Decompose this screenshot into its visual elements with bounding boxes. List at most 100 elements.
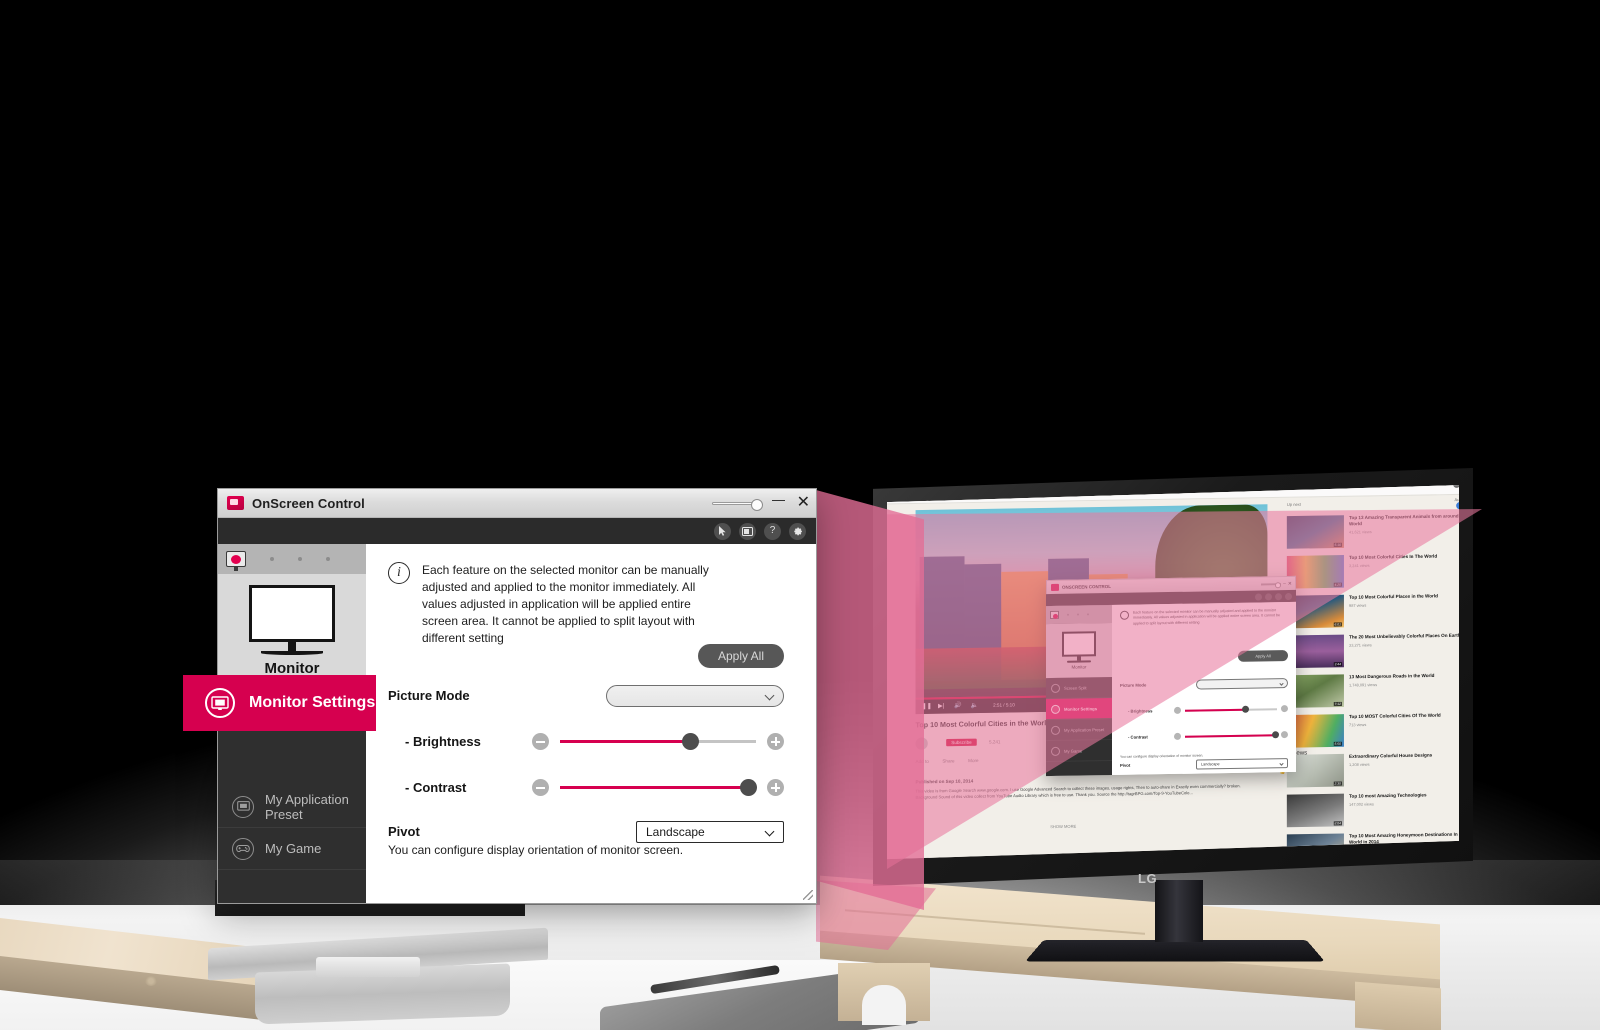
close-button[interactable]: ✕ bbox=[1288, 580, 1292, 586]
sidebar-item-label: My Application Preset bbox=[1064, 726, 1105, 733]
window-sidebar: Monitor Screen Split My Application Pres… bbox=[183, 544, 376, 903]
display-icon[interactable] bbox=[1265, 592, 1272, 600]
riser-leg-left bbox=[838, 963, 930, 1025]
sidebar-item-screen-split[interactable]: Screen Split bbox=[1046, 676, 1112, 700]
help-icon[interactable]: ? bbox=[764, 522, 781, 540]
pivot-select[interactable]: Landscape bbox=[1196, 757, 1288, 770]
contrast-knob[interactable] bbox=[1272, 730, 1280, 738]
contrast-track[interactable] bbox=[560, 779, 758, 796]
sidebar-item-label: My Game bbox=[265, 841, 322, 856]
screenshot-stage: colorful.city ❚❚ ▶| bbox=[0, 0, 1600, 1030]
video-timestamp: 2:51 / 5:10 bbox=[993, 702, 1015, 708]
brightness-decrease-button[interactable] bbox=[1174, 706, 1181, 714]
autoplay-toggle[interactable] bbox=[1456, 501, 1459, 510]
minimize-button[interactable]: – bbox=[1283, 581, 1286, 587]
brightness-increase-button[interactable] bbox=[767, 733, 784, 750]
brightness-track[interactable] bbox=[1185, 705, 1277, 713]
laptop-hinge bbox=[316, 957, 420, 977]
embedded-onscreen-control-window[interactable]: ONSCREEN CONTROL – ✕ Monitor Screen Spli… bbox=[1046, 575, 1296, 777]
list-item[interactable]: 4:20 Top 10 Most Colorful Cities In The … bbox=[1286, 553, 1459, 589]
monitor-neck bbox=[288, 642, 296, 651]
list-item[interactable]: 2:35 Extraordinary Colorful House Design… bbox=[1286, 752, 1459, 788]
monitor-slot-dot[interactable] bbox=[1087, 613, 1089, 616]
contrast-knob[interactable] bbox=[740, 779, 758, 796]
show-more-button[interactable]: SHOW MORE bbox=[1050, 824, 1076, 830]
settings-gear-icon[interactable] bbox=[789, 522, 806, 540]
minimize-button[interactable] bbox=[771, 499, 785, 502]
duration-badge: 6:01 bbox=[1333, 622, 1342, 627]
thumbnail: 8:04 bbox=[1286, 793, 1344, 828]
sidebar-item-my-game[interactable]: My Game bbox=[1046, 739, 1112, 763]
opacity-slider[interactable] bbox=[711, 498, 763, 511]
settings-gear-icon[interactable] bbox=[1285, 592, 1292, 600]
monitor-foot bbox=[261, 651, 323, 655]
monitor-selected-icon[interactable] bbox=[1050, 610, 1059, 620]
contrast-decrease-button[interactable] bbox=[532, 779, 549, 796]
sidebar-item-monitor-settings[interactable]: Monitor Settings bbox=[183, 675, 376, 731]
chevron-down-icon bbox=[1279, 761, 1284, 766]
brightness-increase-button[interactable] bbox=[1281, 705, 1288, 713]
brightness-slider[interactable] bbox=[532, 733, 784, 750]
list-item[interactable]: 3:44 The 20 Most Unbelievably Colorful P… bbox=[1286, 632, 1459, 669]
monitor-slot-dot[interactable] bbox=[270, 557, 274, 561]
volume-icon[interactable]: 🔊 bbox=[954, 703, 962, 709]
apply-all-button[interactable]: Apply All bbox=[698, 644, 784, 668]
list-item[interactable]: 8:04 Top 10 most Amazing Technologies 14… bbox=[1286, 792, 1459, 828]
cursor-pointer-icon[interactable] bbox=[714, 522, 731, 540]
help-icon[interactable] bbox=[1275, 592, 1282, 600]
monitor-slot-dot[interactable] bbox=[1067, 613, 1069, 616]
sidebar-item-label: My Application Preset bbox=[265, 791, 349, 822]
mute-icon[interactable]: 🔈 bbox=[971, 703, 979, 709]
picture-mode-select[interactable] bbox=[1196, 677, 1288, 690]
list-item[interactable]: 5:50 Top 10 MOST Colorful Cities Of The … bbox=[1286, 712, 1459, 748]
contrast-slider[interactable] bbox=[532, 779, 784, 796]
brightness-label: - Brightness bbox=[1128, 708, 1153, 714]
monitor-preview-card: Monitor bbox=[218, 574, 366, 688]
embedded-app-title: ONSCREEN CONTROL bbox=[1062, 583, 1112, 590]
picture-mode-select[interactable] bbox=[606, 684, 784, 707]
list-item[interactable]: 5:10 Top 13 Amazing Transparent Animals … bbox=[1286, 513, 1459, 549]
list-item[interactable]: 7:12 13 Most Dangerous Roads in the Worl… bbox=[1286, 672, 1459, 708]
video-action-row[interactable]: Add to Share More bbox=[916, 758, 991, 764]
embedded-pivot-help: You can configure display orientation of… bbox=[1120, 753, 1204, 759]
brightness-knob[interactable] bbox=[681, 733, 699, 750]
brightness-track[interactable] bbox=[560, 733, 756, 750]
contrast-track[interactable] bbox=[1185, 730, 1280, 738]
sidebar-item-label: Screen Split bbox=[1064, 684, 1087, 691]
apply-all-button[interactable]: Apply All bbox=[1238, 650, 1288, 662]
brightness-knob[interactable] bbox=[1242, 705, 1250, 713]
monitor-slot-dot[interactable] bbox=[1077, 613, 1079, 616]
brightness-slider[interactable] bbox=[1174, 705, 1288, 714]
list-item[interactable]: 6:01 Top 10 Most Colorful Places in the … bbox=[1286, 593, 1459, 629]
more-button[interactable]: More bbox=[968, 758, 978, 763]
sidebar-item-monitor-settings[interactable]: Monitor Settings bbox=[1046, 697, 1112, 721]
resize-grip[interactable] bbox=[803, 890, 813, 900]
contrast-increase-button[interactable] bbox=[1281, 731, 1288, 739]
sidebar-item-my-application-preset[interactable]: My Application Preset bbox=[218, 786, 366, 828]
monitor-slot-dot[interactable] bbox=[326, 557, 330, 561]
close-button[interactable]: ✕ bbox=[797, 495, 810, 511]
brightness-decrease-button[interactable] bbox=[532, 733, 549, 750]
recommendation-title: Extraordinary Colorful House Designs bbox=[1349, 752, 1433, 759]
pivot-select[interactable]: Landscape bbox=[636, 820, 784, 843]
sidebar-item-my-application-preset[interactable]: My Application Preset bbox=[1046, 718, 1112, 742]
duration-badge: 3:44 bbox=[1333, 662, 1342, 667]
contrast-decrease-button[interactable] bbox=[1174, 732, 1181, 740]
sidebar-item-my-game[interactable]: My Game bbox=[218, 828, 366, 870]
cursor-pointer-icon[interactable] bbox=[1255, 592, 1262, 601]
display-icon[interactable] bbox=[739, 522, 756, 540]
chevron-down-icon bbox=[1279, 681, 1284, 686]
recommendation-title: The 20 Most Unbelievably Colorful Places… bbox=[1349, 632, 1459, 640]
next-icon[interactable]: ▶| bbox=[938, 703, 944, 709]
share-button[interactable]: Share bbox=[942, 758, 954, 763]
contrast-slider[interactable] bbox=[1174, 730, 1288, 740]
contrast-increase-button[interactable] bbox=[767, 779, 784, 796]
monitor-selected-icon[interactable] bbox=[226, 551, 246, 571]
riser-screw bbox=[145, 976, 157, 986]
opacity-slider[interactable] bbox=[1261, 582, 1282, 586]
gamepad-icon bbox=[1051, 746, 1060, 756]
monitor-slot-dot[interactable] bbox=[298, 557, 302, 561]
onscreen-control-window[interactable]: OnScreen Control ✕ ? Monitor My Applicat… bbox=[183, 488, 817, 904]
picture-mode-label: Picture Mode bbox=[1120, 682, 1147, 688]
subscribe-button[interactable]: Subscribe bbox=[946, 738, 977, 747]
